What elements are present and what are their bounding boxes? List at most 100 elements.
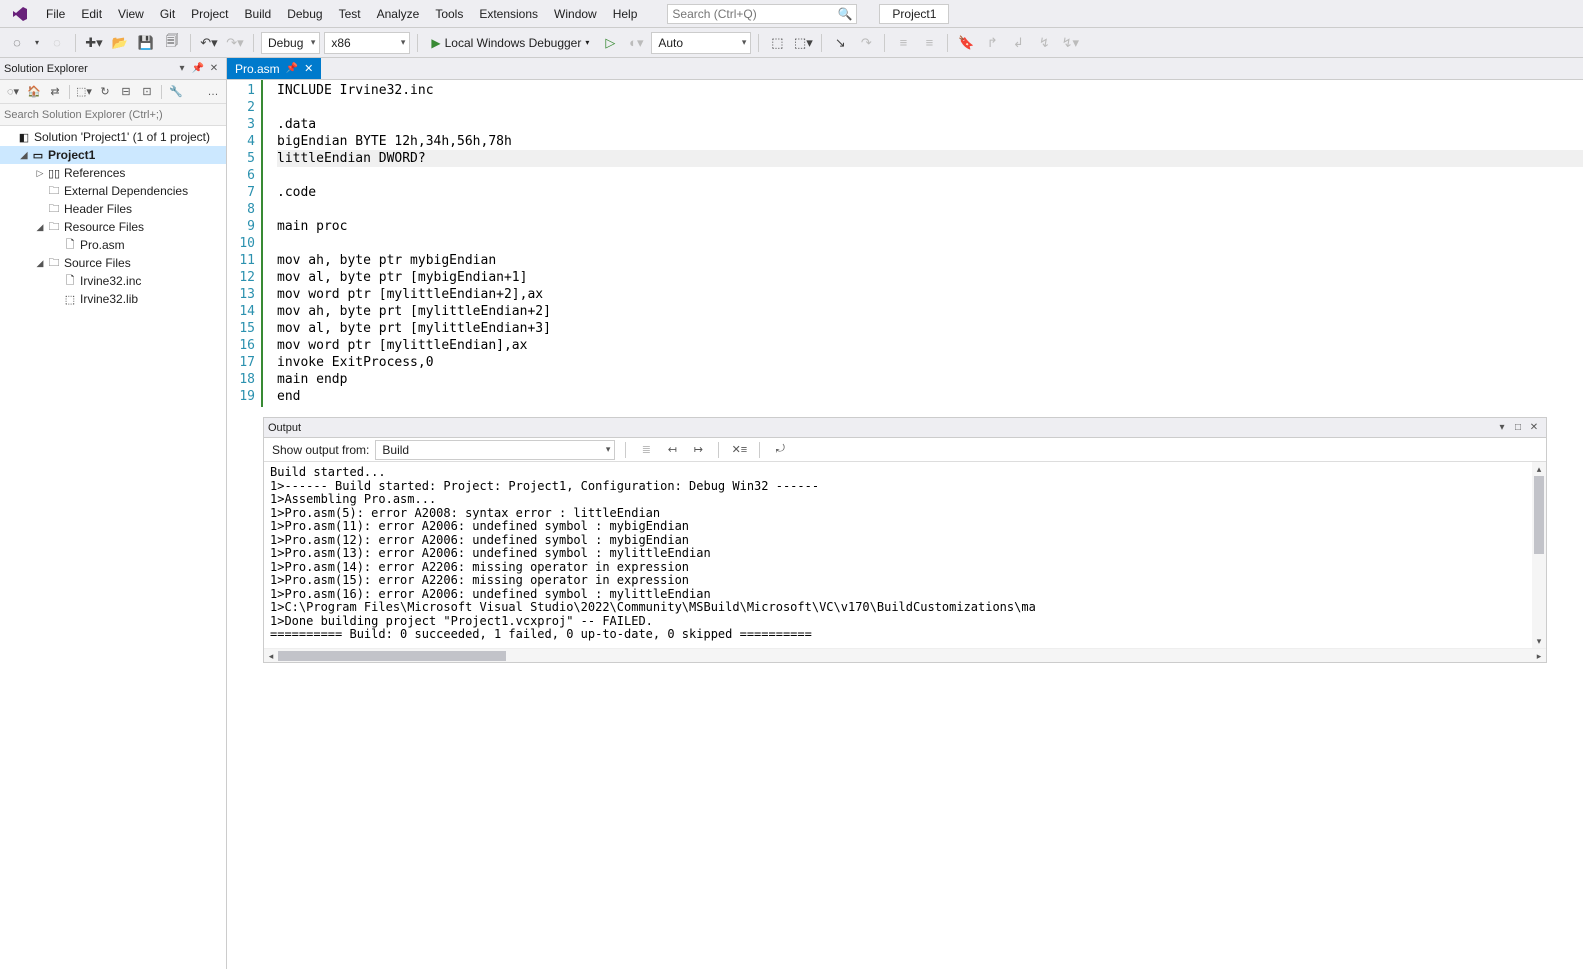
close-icon[interactable]: ✕ [304, 62, 313, 75]
menu-build[interactable]: Build [237, 3, 280, 25]
tb-icon-4[interactable]: ≡ [918, 32, 940, 54]
tree-item[interactable]: 🗋Irvine32.inc [0, 272, 226, 290]
platform-combo[interactable]: x86 [324, 32, 410, 54]
menu-project[interactable]: Project [183, 3, 236, 25]
menu-test[interactable]: Test [331, 3, 369, 25]
output-dropdown-button[interactable]: ▾ [1494, 420, 1510, 436]
scroll-up-arrow[interactable]: ▴ [1532, 462, 1546, 476]
separator [625, 442, 626, 458]
scroll-left-arrow[interactable]: ◂ [264, 649, 278, 662]
output-next-button[interactable]: ↦ [688, 440, 708, 460]
menu-extensions[interactable]: Extensions [471, 3, 546, 25]
tb-icon-6[interactable]: ↲ [1007, 32, 1029, 54]
output-clear-button[interactable]: ✕≡ [729, 440, 749, 460]
step-over-button[interactable]: ↷ [855, 32, 877, 54]
step-into-button[interactable]: ↘ [829, 32, 851, 54]
se-refresh-button[interactable]: ↻ [96, 83, 114, 101]
redo-button[interactable]: ↷▾ [224, 32, 246, 54]
output-source-combo[interactable]: Build [375, 440, 615, 460]
bookmark-button[interactable]: 🔖 [955, 32, 977, 54]
scroll-down-arrow[interactable]: ▾ [1532, 634, 1546, 648]
output-vertical-scrollbar[interactable]: ▴ ▾ [1532, 462, 1546, 648]
menu-help[interactable]: Help [605, 3, 646, 25]
menu-file[interactable]: File [38, 3, 73, 25]
tree-item[interactable]: ◢▭Project1 [0, 146, 226, 164]
tb-icon-1[interactable]: ⬚ [766, 32, 788, 54]
expand-icon[interactable]: ▷ [34, 168, 46, 179]
se-tool-1[interactable]: ⬚▾ [75, 83, 93, 101]
se-show-all-button[interactable]: ⊡ [138, 83, 156, 101]
se-home-button[interactable]: 🏠 [25, 83, 43, 101]
node-label: References [64, 166, 125, 180]
panel-dropdown-button[interactable]: ▾ [174, 61, 190, 77]
se-sync-button[interactable]: ⇄ [46, 83, 64, 101]
output-maximize-button[interactable]: □ [1510, 420, 1526, 436]
solution-explorer-search-input[interactable] [4, 109, 222, 121]
debug-target-button[interactable]: ◐▾ [625, 32, 647, 54]
start-debugger-button[interactable]: ▶ Local Windows Debugger ▾ [425, 32, 595, 54]
output-text[interactable]: Build started... 1>------ Build started:… [264, 462, 1532, 648]
solution-tree[interactable]: ◧Solution 'Project1' (1 of 1 project)◢▭P… [0, 126, 226, 969]
save-all-button[interactable]: 🗐 [161, 32, 183, 54]
tree-item[interactable]: 🗋Pro.asm [0, 236, 226, 254]
start-without-debug-button[interactable]: ▷ [599, 32, 621, 54]
menu-debug[interactable]: Debug [279, 3, 330, 25]
panel-close-button[interactable]: ✕ [206, 61, 222, 77]
tree-item[interactable]: ◢🗀Source Files [0, 254, 226, 272]
se-back-button[interactable]: ◌▾ [4, 83, 22, 101]
auto-combo[interactable]: Auto [651, 32, 751, 54]
tree-item[interactable]: 🗀External Dependencies [0, 182, 226, 200]
nav-back-dropdown[interactable]: ▾ [32, 32, 42, 54]
scroll-thumb[interactable] [1534, 476, 1544, 554]
tree-item[interactable]: 🗀Header Files [0, 200, 226, 218]
node-label: Irvine32.inc [80, 274, 141, 288]
new-item-button[interactable]: ✚▾ [83, 32, 105, 54]
tb-icon-7[interactable]: ↯ [1033, 32, 1055, 54]
nav-back-button[interactable]: ◌ [6, 32, 28, 54]
solution-explorer-search[interactable] [0, 104, 226, 126]
se-properties-button[interactable]: 🔧 [167, 83, 185, 101]
menu-window[interactable]: Window [546, 3, 605, 25]
tb-icon-5[interactable]: ↱ [981, 32, 1003, 54]
nav-forward-button[interactable]: ◌ [46, 32, 68, 54]
se-collapse-button[interactable]: ⊟ [117, 83, 135, 101]
tab-pro-asm[interactable]: Pro.asm 📌 ✕ [227, 58, 321, 79]
output-find-button[interactable]: ≣ [636, 440, 656, 460]
tb-icon-2[interactable]: ⬚▾ [792, 32, 814, 54]
tree-item[interactable]: ◢🗀Resource Files [0, 218, 226, 236]
scroll-thumb[interactable] [278, 651, 506, 661]
tb-icon-8[interactable]: ↯▾ [1059, 32, 1081, 54]
output-horizontal-scrollbar[interactable]: ◂ ▸ [264, 648, 1546, 662]
se-more-button[interactable]: … [204, 83, 222, 101]
panel-pin-button[interactable]: 📌 [190, 61, 206, 77]
menu-tools[interactable]: Tools [427, 3, 471, 25]
pin-icon[interactable]: 📌 [286, 63, 298, 74]
tb-icon-3[interactable]: ≡ [892, 32, 914, 54]
tree-item[interactable]: ◧Solution 'Project1' (1 of 1 project) [0, 128, 226, 146]
menu-view[interactable]: View [110, 3, 152, 25]
open-button[interactable]: 📂 [109, 32, 131, 54]
quick-search-box[interactable]: 🔍 [667, 4, 857, 24]
expand-icon[interactable]: ◢ [34, 258, 46, 269]
menu-git[interactable]: Git [152, 3, 183, 25]
output-prev-button[interactable]: ↤ [662, 440, 682, 460]
node-icon: 🗋 [62, 272, 78, 291]
expand-icon[interactable]: ◢ [34, 222, 46, 233]
separator [884, 34, 885, 52]
save-button[interactable]: 💾 [135, 32, 157, 54]
code-editor[interactable]: 12345678910111213141516171819 INCLUDE Ir… [227, 80, 1583, 407]
undo-button[interactable]: ↶▾ [198, 32, 220, 54]
quick-search-input[interactable] [672, 7, 837, 21]
menu-analyze[interactable]: Analyze [369, 3, 428, 25]
config-combo[interactable]: Debug [261, 32, 320, 54]
node-icon: ▯▯ [46, 167, 62, 180]
main-toolbar: ◌ ▾ ◌ ✚▾ 📂 💾 🗐 ↶▾ ↷▾ Debug x86 ▶ Local W… [0, 28, 1583, 58]
code-text[interactable]: INCLUDE Irvine32.inc.databigEndian BYTE … [263, 80, 1583, 407]
output-close-button[interactable]: ✕ [1526, 420, 1542, 436]
output-wrap-button[interactable]: ⤾ [770, 440, 790, 460]
menu-edit[interactable]: Edit [73, 3, 110, 25]
tree-item[interactable]: ⬚Irvine32.lib [0, 290, 226, 308]
scroll-right-arrow[interactable]: ▸ [1532, 649, 1546, 662]
expand-icon[interactable]: ◢ [18, 150, 30, 161]
tree-item[interactable]: ▷▯▯References [0, 164, 226, 182]
